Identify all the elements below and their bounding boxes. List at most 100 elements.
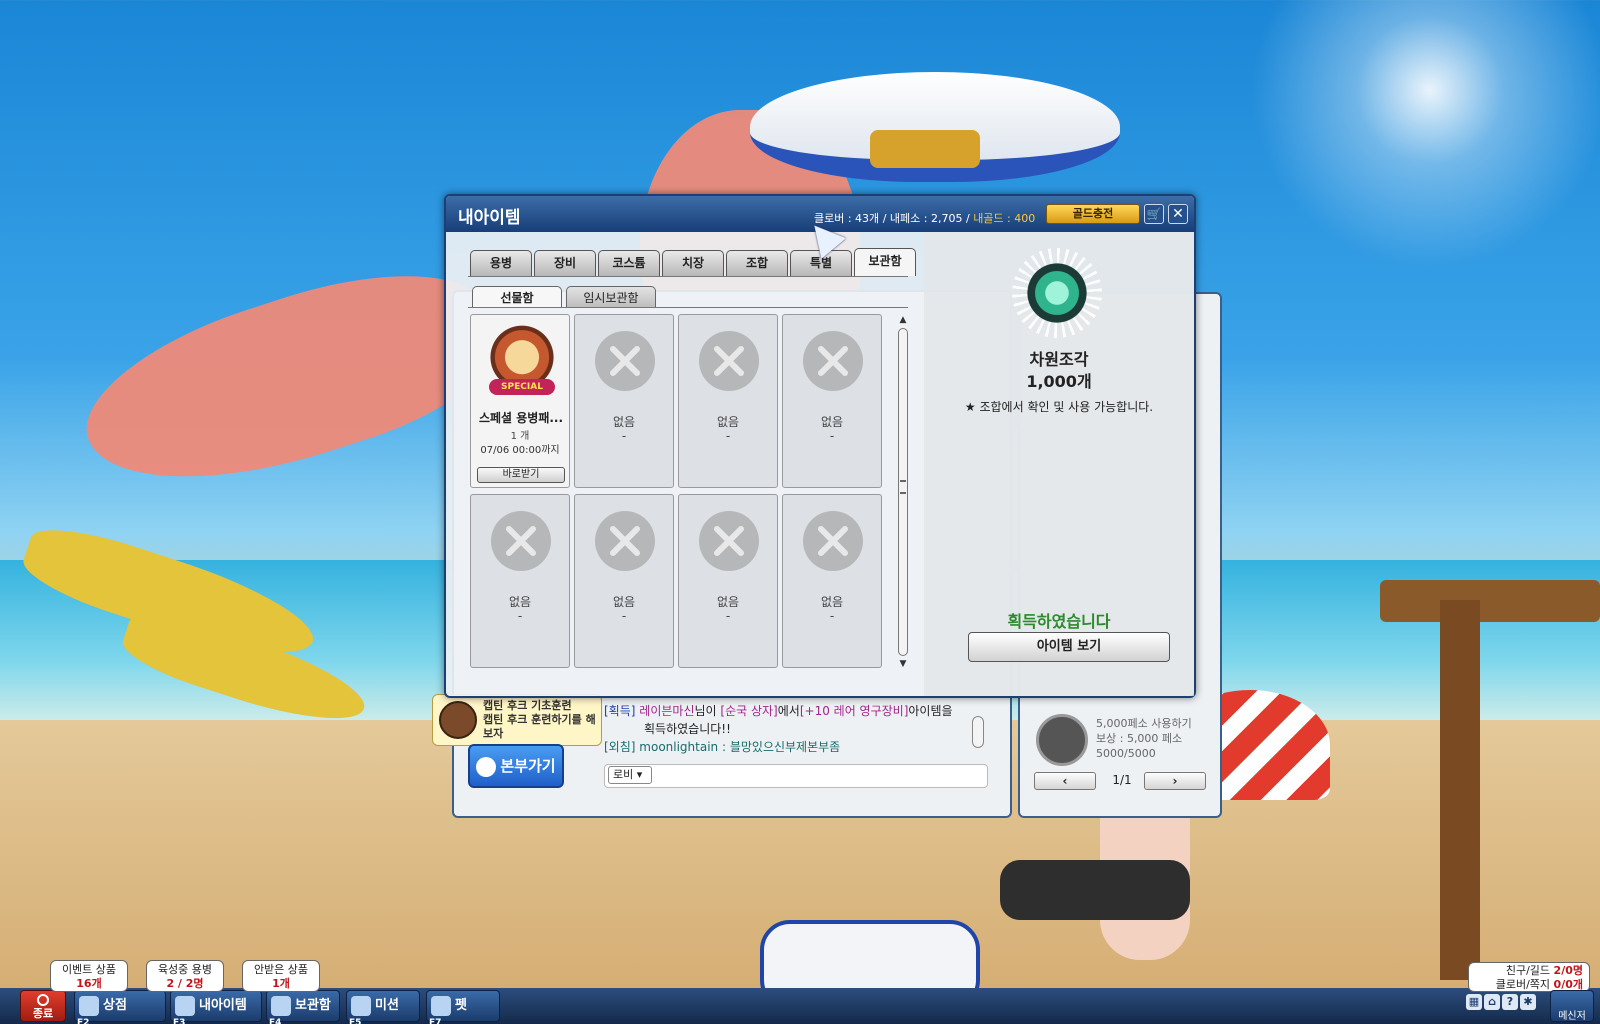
taskbar-label: 펫 (455, 998, 467, 1013)
subtab-temp-storage[interactable]: 임시보관함 (566, 286, 656, 308)
scroll-up-icon[interactable]: ▲ (896, 314, 910, 326)
chat-log: [획득] 레이븐마신님이 [순국 상자]에서[+10 레어 영구장비]아이템을 … (604, 702, 984, 756)
claim-now-button[interactable]: 바로받기 (477, 467, 565, 483)
close-button[interactable]: ✕ (1168, 204, 1188, 224)
quest-notice[interactable]: 캡틴 후크 기초훈련 캡틴 후크 훈련하기를 해보자 (432, 694, 602, 746)
empty-x-icon (803, 511, 863, 571)
hotkey-label: F5 (349, 1018, 362, 1024)
empty-slot: 없음 - (678, 494, 778, 668)
chat-channel-select[interactable]: 로비 ▾ (608, 766, 652, 784)
item-grid: SPECIAL 스페셜 용병패... 1 개 07/06 00:00까지 바로받… (470, 314, 890, 674)
event-items-bubble[interactable]: 이벤트 상품 16개 (50, 960, 128, 992)
taskbar-label: 내아이템 (199, 998, 247, 1013)
empty-label: 없음 (820, 595, 844, 609)
item-slot[interactable]: SPECIAL 스페셜 용병패... 1 개 07/06 00:00까지 바로받… (470, 314, 570, 488)
empty-dash: - (621, 429, 627, 443)
help-icon[interactable]: ? (1502, 994, 1518, 1010)
empty-slot: 없음 - (782, 314, 882, 488)
character-sandal (1000, 860, 1190, 920)
chat-scrollbar[interactable] (972, 716, 984, 748)
empty-x-icon (699, 511, 759, 571)
separator: / (882, 212, 887, 225)
page-indicator: 1/1 (1112, 773, 1132, 787)
messenger-label: 메신저 (1558, 1011, 1586, 1022)
chat-text: 에서 (777, 704, 800, 718)
info-item-count: 1,000개 (1026, 372, 1092, 391)
gold-charge-button[interactable]: 골드충전 (1046, 204, 1140, 224)
empty-dash: - (829, 429, 835, 443)
unclaimed-items-bubble[interactable]: 안받은 상품 1개 (242, 960, 320, 992)
exit-label: 종료 (32, 1007, 54, 1020)
taskbar-pet-button[interactable]: F7 펫 (426, 990, 500, 1024)
dialog-title: 내아이템 (458, 208, 521, 228)
tab-costume[interactable]: 코스튬 (598, 250, 660, 276)
taskbar-mission-button[interactable]: F5 미션 (346, 990, 420, 1024)
prev-page-button[interactable]: ‹ (1034, 772, 1096, 790)
empty-slot: 없음 - (574, 314, 674, 488)
empty-slot: 없음 - (782, 494, 882, 668)
go-hq-button[interactable]: 본부가기 (468, 744, 564, 788)
chat-input[interactable] (604, 764, 988, 788)
system-icons: ▦ ⌂ ? ✱ (1466, 994, 1562, 1018)
tab-equipment[interactable]: 장비 (534, 250, 596, 276)
messenger-button[interactable]: 메신저 (1550, 990, 1594, 1022)
gold-count: 내골드 : 400 (973, 212, 1036, 225)
tab-decoration[interactable]: 치장 (662, 250, 724, 276)
chat-line: [획득] 레이븐마신님이 [순국 상자]에서[+10 레어 영구장비]아이템을 (604, 702, 984, 720)
complete-stamp-icon (1036, 714, 1088, 766)
peso-count: 내페소 : 2,705 (889, 212, 963, 225)
tab-mercenary[interactable]: 용병 (470, 250, 532, 276)
item-grid-scrollbar[interactable]: ▲ ▼ (896, 314, 910, 670)
training-mercenary-bubble[interactable]: 육성중 용병 2 / 2명 (146, 960, 224, 992)
notice-line1: 캡틴 후크 기초훈련 (483, 699, 572, 712)
mission-reward: 보상 : 5,000 페소 (1096, 732, 1183, 745)
taskbar-shop-button[interactable]: F2 상점 (74, 990, 166, 1024)
info-item-name: 차원조각 (1029, 350, 1089, 369)
bubble-label: 이벤트 상품 (61, 963, 117, 976)
taskbar-my-items-button[interactable]: F3 내아이템 (170, 990, 262, 1024)
friend-status-box[interactable]: 친구/길드 2/0명 클로버/쪽지 0/0개 (1468, 962, 1590, 992)
hotkey-label: F3 (173, 1018, 186, 1024)
hotkey-label: F7 (429, 1018, 442, 1024)
item-expiry: 07/06 00:00까지 (480, 445, 560, 456)
next-page-button[interactable]: › (1144, 772, 1206, 790)
empty-dash: - (517, 609, 523, 623)
exit-button[interactable]: 종료 (20, 990, 66, 1022)
mission-progress: 5000/5000 (1096, 747, 1156, 760)
chat-tag: [외침] (604, 740, 636, 754)
view-item-button[interactable]: 아이템 보기 (968, 632, 1170, 662)
taskbar-storage-button[interactable]: F4 보관함 (266, 990, 340, 1024)
subtab-gift-box[interactable]: 선물함 (472, 286, 562, 308)
hat-badge (870, 130, 980, 168)
bubble-count: 16개 (76, 977, 102, 990)
chat-text: 님이 (694, 704, 721, 718)
empty-label: 없음 (820, 415, 844, 429)
sun-glare (1220, 0, 1600, 300)
empty-dash: - (621, 609, 627, 623)
chat-channel-label: 로비 (613, 768, 634, 781)
tab-combine[interactable]: 조합 (726, 250, 788, 276)
cart-icon[interactable]: 🛒 (1144, 204, 1164, 224)
bubble-count: 2 / 2명 (166, 977, 204, 990)
bubble-count: 1개 (272, 977, 290, 990)
captain-hook-avatar (439, 701, 477, 739)
notice-line2: 캡틴 후크 훈련하기를 해보자 (483, 713, 596, 740)
home-icon[interactable]: ⌂ (1484, 994, 1500, 1010)
bubble-label: 안받은 상품 (253, 963, 309, 976)
scroll-down-icon[interactable]: ▼ (896, 658, 910, 670)
taskbar-label: 보관함 (295, 998, 331, 1013)
power-icon (37, 994, 49, 1006)
empty-label: 없음 (716, 415, 740, 429)
wooden-post (1440, 600, 1480, 980)
currency-summary: 클로버 : 43개 / 내페소 : 2,705 / 내골드 : 400 (814, 210, 1035, 226)
calendar-icon[interactable]: ▦ (1466, 994, 1482, 1010)
scroll-grip-icon[interactable] (900, 480, 906, 494)
hotkey-label: F4 (269, 1018, 282, 1024)
mission-reward-text: 5,000페소 사용하기 보상 : 5,000 페소 5000/5000 (1096, 716, 1192, 761)
empty-dash: - (725, 429, 731, 443)
settings-gear-icon[interactable]: ✱ (1520, 994, 1536, 1010)
empty-x-icon (491, 511, 551, 571)
chat-item: [+10 레어 영구장비] (799, 704, 909, 718)
tab-storage[interactable]: 보관함 (854, 248, 916, 276)
taskbar-label: 미션 (375, 998, 399, 1013)
